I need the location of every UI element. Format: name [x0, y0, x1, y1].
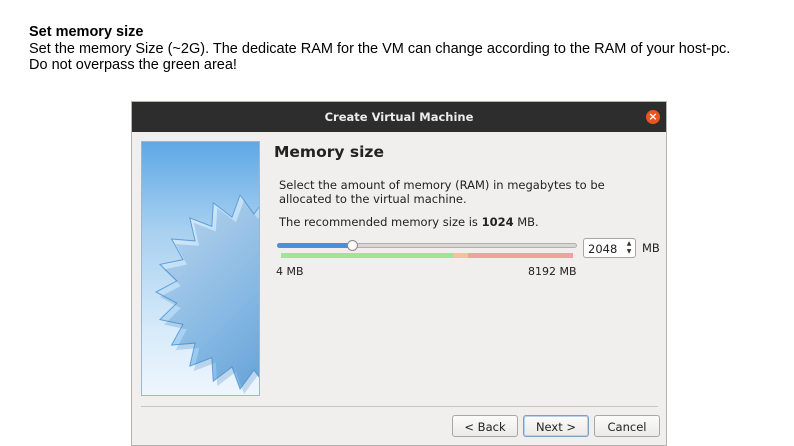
button-separator	[141, 406, 658, 407]
memory-spinbox[interactable]: 2048 ▲ ▼	[583, 238, 636, 258]
recommended-value: 1024	[481, 215, 514, 229]
page-title: Memory size	[274, 143, 384, 161]
title-bar: Create Virtual Machine ×	[132, 102, 666, 132]
recommended-memory-text: The recommended memory size is 1024 MB.	[279, 215, 539, 229]
create-vm-dialog: Create Virtual Machine × Memory size Sel…	[131, 101, 667, 446]
memory-description: Select the amount of memory (RAM) in meg…	[279, 178, 605, 206]
starburst-graphic	[154, 193, 259, 394]
safe-zone	[281, 253, 454, 258]
wizard-side-image	[141, 141, 260, 396]
memory-value[interactable]: 2048	[588, 242, 617, 256]
next-button[interactable]: Next >	[523, 415, 589, 437]
slider-handle[interactable]	[347, 240, 358, 251]
dialog-title: Create Virtual Machine	[324, 110, 474, 124]
back-button[interactable]: < Back	[452, 415, 518, 437]
spin-down-icon[interactable]: ▼	[624, 248, 634, 256]
slider-min-label: 4 MB	[276, 265, 304, 278]
instructions-line: Set the memory Size (~2G). The dedicate …	[29, 40, 731, 57]
close-icon: ×	[648, 110, 658, 123]
memory-slider[interactable]	[277, 239, 577, 261]
close-button[interactable]: ×	[646, 110, 660, 124]
slider-fill	[277, 243, 352, 248]
instructions-warning: Do not overpass the green area!	[29, 57, 237, 73]
instructions: Set memory size Set the memory Size (~2G…	[29, 24, 779, 74]
caution-zone	[453, 253, 468, 258]
slider-max-label: 8192 MB	[528, 265, 577, 278]
memory-unit: MB	[642, 241, 660, 255]
danger-zone	[467, 253, 573, 258]
recommend-suffix: MB.	[513, 215, 539, 229]
instructions-heading: Set memory size	[29, 24, 144, 40]
spin-arrows[interactable]: ▲ ▼	[624, 240, 634, 256]
cancel-button[interactable]: Cancel	[594, 415, 660, 437]
recommend-prefix: The recommended memory size is	[279, 215, 482, 229]
spin-up-icon[interactable]: ▲	[624, 240, 634, 248]
memory-zones	[281, 253, 573, 258]
